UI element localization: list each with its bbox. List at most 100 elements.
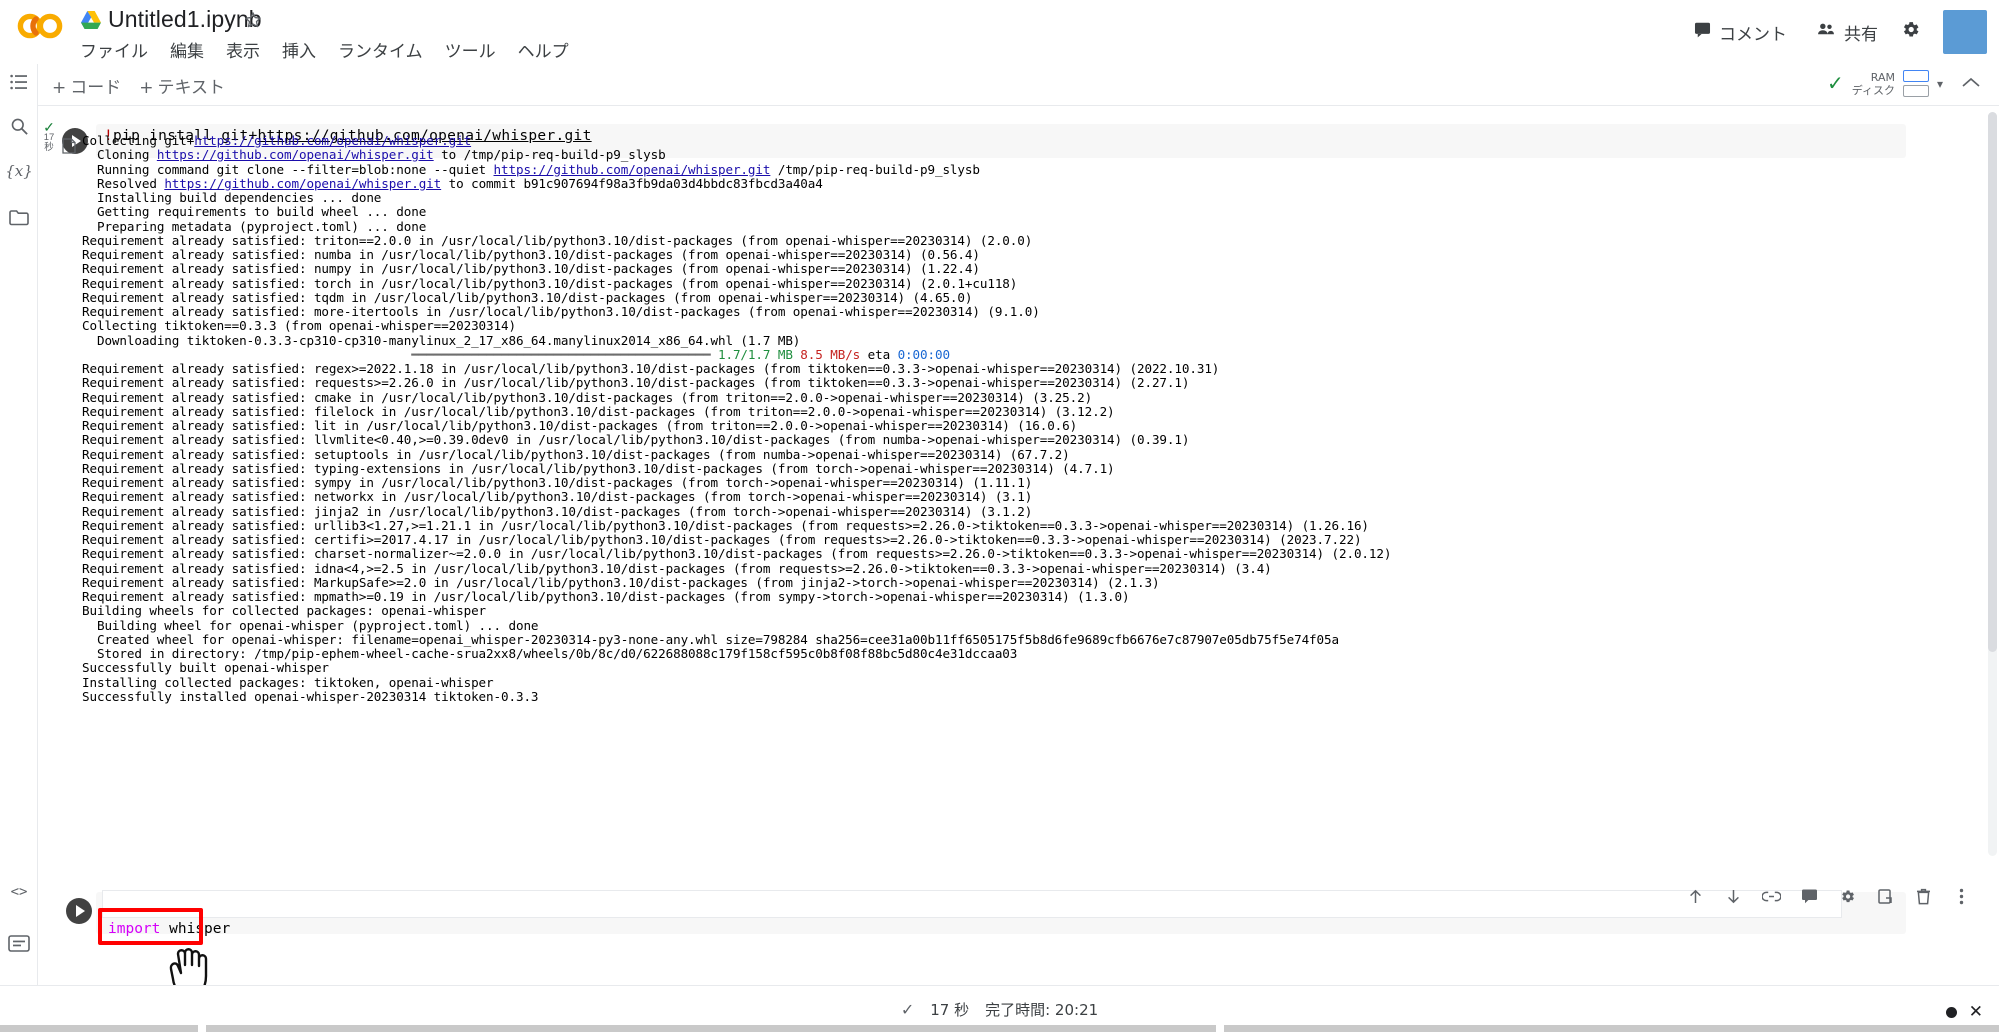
python-module-whisper: whisper <box>160 921 231 937</box>
disk-bar <box>1902 85 1929 97</box>
command-palette-icon[interactable] <box>7 931 31 955</box>
status-duration: 17 秒 <box>930 1001 970 1019</box>
output-line: Requirement already satisfied: numpy in … <box>82 261 980 277</box>
top-right-actions: コメント 共有 <box>1687 10 1987 54</box>
output-line: Requirement already satisfied: torch in … <box>82 275 1018 291</box>
top-bar: Untitled1.ipynb ファイル 編集 表示 挿入 ランタイム ツール … <box>0 0 1999 64</box>
cell-2-editor-line[interactable] <box>102 890 1842 918</box>
menu-item-view[interactable]: 表示 <box>226 37 260 62</box>
output-line: Created wheel for openai-whisper: filena… <box>82 631 1339 647</box>
output-line: Requirement already satisfied: lit in /u… <box>82 418 1078 433</box>
output-line: Installing build dependencies ... done <box>82 190 382 205</box>
page-bottom-strip <box>0 1022 1999 1032</box>
cell-2-toolbar <box>1685 886 1971 906</box>
output-stream-icon <box>62 138 78 154</box>
output-line: Requirement already satisfied: llvmlite<… <box>82 432 1190 448</box>
output-line: Requirement already satisfied: more-iter… <box>82 304 1040 319</box>
execution-status: ✓ 17 秒 完了時間: 20:21 <box>901 999 1098 1020</box>
share-button[interactable]: 共有 <box>1809 16 1884 49</box>
output-line: Requirement already satisfied: setuptool… <box>82 446 1070 462</box>
run-duration-unit: 秒 <box>44 142 54 153</box>
run-cell-2-button[interactable] <box>66 898 92 924</box>
menu-item-runtime[interactable]: ランタイム <box>338 37 423 62</box>
plus-icon: + <box>52 78 67 98</box>
connected-check-icon: ✓ <box>1826 73 1844 95</box>
output-line: Getting requirements to build wheel ... … <box>82 204 427 220</box>
move-cell-up-icon[interactable] <box>1685 886 1705 906</box>
python-keyword-import: import <box>108 921 161 937</box>
output-line: Downloading tiktoken-0.3.3-cp310-cp310-m… <box>82 332 801 348</box>
add-code-cell-button[interactable]: + コード <box>52 73 121 98</box>
output-line: Resolved https://github.com/openai/whisp… <box>82 175 823 191</box>
output-line: Requirement already satisfied: mpmath>=0… <box>82 589 1130 604</box>
output-line: Requirement already satisfied: certifi>=… <box>82 532 1362 547</box>
files-folder-icon[interactable] <box>7 205 31 229</box>
move-cell-down-icon[interactable] <box>1723 886 1743 906</box>
delete-cell-icon[interactable] <box>1913 886 1933 906</box>
status-completed-time: 完了時間: 20:21 <box>985 1001 1099 1019</box>
output-line: Requirement already satisfied: typing-ex… <box>82 460 1115 476</box>
left-sidebar-rail: {x} <> <box>0 64 38 1032</box>
output-line: Collecting git+https://github.com/openai… <box>82 133 472 148</box>
output-line: Requirement already satisfied: charset-n… <box>82 546 1392 562</box>
status-bar-right: ✕ <box>1945 1002 1983 1022</box>
output-link[interactable]: https://github.com/openai/whisper.git <box>494 162 771 177</box>
output-line: Successfully installed openai-whisper-20… <box>82 688 539 704</box>
code-snippets-glyph: <> <box>10 884 28 900</box>
collapse-toolbar-chevron-up-icon[interactable] <box>1961 74 1981 95</box>
menu-bar: ファイル 編集 表示 挿入 ランタイム ツール ヘルプ <box>80 37 569 62</box>
runtime-resources-indicator[interactable]: ✓ RAM ディスク ▾ <box>1827 70 1943 97</box>
more-options-icon[interactable] <box>1951 886 1971 906</box>
menu-item-tools[interactable]: ツール <box>445 37 496 62</box>
people-icon <box>1815 20 1837 44</box>
ram-bar <box>1902 70 1929 82</box>
add-text-cell-button[interactable]: + テキスト <box>139 73 225 98</box>
output-link[interactable]: https://github.com/openai/whisper.git <box>194 133 471 148</box>
download-progress-bar: ━━━━━━━━━━━━━━━━━━━━━━━━━━━━━━━━━━━━━━━━… <box>82 346 950 362</box>
ram-label: RAM <box>1870 70 1895 84</box>
table-of-contents-icon[interactable] <box>7 70 31 94</box>
output-line: Successfully built openai-whisper <box>82 660 329 676</box>
output-line: Requirement already satisfied: idna<4,>=… <box>82 560 1272 576</box>
cell-1-output: Collecting git+https://github.com/openai… <box>82 133 1912 704</box>
cell-settings-icon[interactable] <box>1837 886 1857 906</box>
resource-bars <box>1902 70 1929 97</box>
add-comment-icon[interactable] <box>1799 886 1819 906</box>
disk-label: ディスク <box>1851 83 1895 97</box>
menu-item-help[interactable]: ヘルプ <box>518 37 569 62</box>
cell-2-code-content[interactable]: import whisper <box>108 921 230 937</box>
link-to-cell-icon[interactable] <box>1761 886 1781 906</box>
output-link[interactable]: https://github.com/openai/whisper.git <box>157 147 434 162</box>
menu-item-file[interactable]: ファイル <box>80 37 148 62</box>
comment-icon <box>1693 20 1712 44</box>
plus-icon: + <box>139 78 154 98</box>
output-line: Requirement already satisfied: urllib3<1… <box>82 517 1369 533</box>
colab-logo-icon[interactable] <box>14 8 70 44</box>
output-line: Requirement already satisfied: requests>… <box>82 375 1190 391</box>
settings-gear-icon[interactable] <box>1900 19 1921 45</box>
copy-cell-icon[interactable] <box>1875 886 1895 906</box>
output-link[interactable]: https://github.com/openai/whisper.git <box>164 176 441 191</box>
output-line: Cloning https://github.com/openai/whispe… <box>82 147 666 163</box>
output-line: Running command git clone --filter=blob:… <box>82 161 980 177</box>
comment-button[interactable]: コメント <box>1687 16 1793 49</box>
notebook-scrollbar-thumb[interactable] <box>1988 112 1997 652</box>
google-drive-icon[interactable] <box>80 10 102 30</box>
document-title[interactable]: Untitled1.ipynb <box>108 6 262 33</box>
search-icon[interactable] <box>7 114 31 138</box>
output-line: Installing collected packages: tiktoken,… <box>82 674 494 690</box>
output-line: Requirement already satisfied: sympy in … <box>82 475 1033 490</box>
close-icon[interactable]: ✕ <box>1969 1002 1983 1022</box>
variables-icon[interactable]: {x} <box>5 159 33 183</box>
resource-labels: RAM ディスク <box>1852 71 1895 97</box>
output-line: Building wheel for openai-whisper (pypro… <box>82 617 539 633</box>
output-line: Requirement already satisfied: jinja2 in… <box>82 503 1033 519</box>
chevron-down-icon[interactable]: ▾ <box>1937 77 1943 91</box>
menu-item-insert[interactable]: 挿入 <box>282 37 316 62</box>
menu-item-edit[interactable]: 編集 <box>170 37 204 62</box>
code-snippets-icon[interactable]: <> <box>7 880 31 904</box>
user-avatar[interactable] <box>1943 10 1987 54</box>
star-icon[interactable] <box>243 10 263 30</box>
notebook-toolbar: + コード + テキスト ✓ RAM ディスク ▾ <box>0 64 1999 106</box>
output-line: Preparing metadata (pyproject.toml) ... … <box>82 218 427 234</box>
